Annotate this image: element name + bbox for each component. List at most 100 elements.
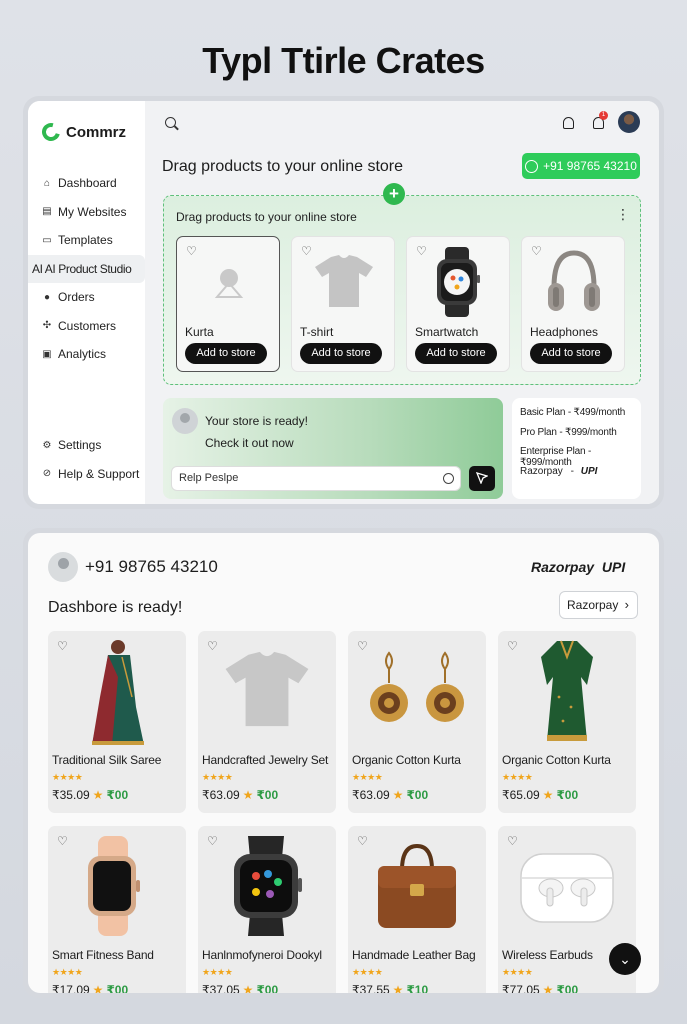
product-price: ₹35.09 ★ ₹00: [52, 788, 128, 802]
heart-icon[interactable]: ♡: [507, 834, 518, 848]
heart-icon[interactable]: ♡: [57, 834, 68, 848]
razorpay-label: Razorpay: [531, 559, 595, 575]
heart-icon[interactable]: ♡: [416, 244, 427, 258]
heart-icon[interactable]: ♡: [301, 244, 312, 258]
tshirt-icon: [315, 255, 373, 307]
price-extra: ₹00: [106, 983, 129, 993]
sidebar-item-customers[interactable]: ✣ Customers: [28, 312, 145, 341]
product-card-headphones[interactable]: ♡ Headphones Add to store: [521, 236, 625, 372]
pricing-plans: Basic Plan - ₹499/month Pro Plan - ₹999/…: [512, 398, 641, 499]
plan-basic[interactable]: Basic Plan - ₹499/month: [520, 407, 641, 427]
phone-number: +91 98765 43210: [85, 557, 218, 576]
product-card-smartwatch[interactable]: ♡ Smartwatch Add to store: [406, 236, 510, 372]
rating-stars: ★★★★: [52, 967, 83, 977]
sidebar-item-my-websites[interactable]: ▤ My Websites: [28, 198, 145, 227]
price-extra: ₹00: [556, 983, 579, 993]
add-to-store-button[interactable]: Add to store: [300, 343, 382, 364]
sidebar-item-analytics[interactable]: ▣ Analytics: [28, 340, 145, 369]
product-price: ₹63.09 ★ ₹00: [202, 788, 278, 802]
plan-pro[interactable]: Pro Plan - ₹999/month: [520, 427, 641, 447]
product-card[interactable]: ♡ Organic Cotton Kurta ★★★★ ₹63.09 ★ ₹00: [348, 631, 486, 813]
reply-input[interactable]: Relp Peslpe: [171, 466, 461, 491]
heart-icon[interactable]: ♡: [507, 639, 518, 653]
price-extra: ₹00: [256, 983, 279, 993]
price-extra: ₹00: [556, 788, 579, 802]
sidebar-item-dashboard[interactable]: ⌂ Dashboard: [28, 169, 145, 198]
product-name: Handmade Leather Bag: [352, 948, 476, 962]
rating-stars: ★★★★: [352, 967, 383, 977]
razorpay-upi-logo: Razorpay UPI: [531, 559, 625, 575]
sidebar-item-templates[interactable]: ▭ Templates: [28, 226, 145, 255]
avatar[interactable]: [48, 552, 78, 582]
product-card[interactable]: ♡ Handcrafted Jewelry Set ★★★★ ₹63.09 ★ ₹0…: [198, 631, 336, 813]
emoji-icon[interactable]: [443, 473, 454, 484]
sidebar: Commrz ⌂ Dashboard ▤ My Websites ▭ Templ…: [28, 101, 145, 504]
product-card[interactable]: ♡ Smart Fitness Band ★★★★ ₹17.09 ★ ₹00: [48, 826, 186, 993]
product-card[interactable]: ♡ Traditional Silk Saree ★★★★ ₹35.09 ★ ₹00: [48, 631, 186, 813]
payment-select[interactable]: Razorpay ›: [559, 591, 638, 619]
price-extra: ₹00: [406, 788, 429, 802]
bell-icon[interactable]: [563, 117, 574, 129]
sidebar-item-ai-product-studio[interactable]: AI AI Product Studio: [28, 254, 145, 283]
price-value: ₹17.09: [52, 983, 90, 993]
earbuds-icon: [520, 853, 614, 923]
product-price: ₹63.09 ★ ₹00: [352, 788, 428, 802]
search-icon[interactable]: [165, 117, 176, 128]
more-options-icon[interactable]: ⋮: [616, 206, 630, 223]
star-icon: ★: [242, 788, 254, 802]
dashboard-title: Dashbore is ready!: [48, 599, 183, 616]
heart-icon[interactable]: ♡: [357, 834, 368, 848]
product-card-tshirt[interactable]: ♡ T-shirt Add to store: [291, 236, 395, 372]
price-value: ₹63.09: [202, 788, 240, 802]
sidebar-item-label: Settings: [58, 438, 102, 453]
page-heading: Drag products to your online store: [162, 158, 404, 175]
rating-stars: ★★★★: [502, 772, 533, 782]
avatar: [172, 408, 198, 434]
earrings-icon: [370, 651, 464, 722]
home-icon: ⌂: [43, 177, 51, 189]
check-it-out-link[interactable]: Check it out now: [205, 436, 294, 450]
star-icon: ★: [542, 983, 554, 993]
saree-icon: [92, 640, 144, 745]
add-to-store-button[interactable]: Add to store: [530, 343, 612, 364]
sidebar-item-help[interactable]: ⊘ Help & Support: [28, 460, 145, 489]
star-icon: ★: [242, 983, 254, 993]
brand-name: Commrz: [66, 123, 127, 141]
heart-icon[interactable]: ♡: [186, 244, 197, 258]
star-icon: ★: [392, 788, 404, 802]
product-name: Smart Fitness Band: [52, 948, 154, 962]
product-card[interactable]: ♡ Organic Cotton Kurta ★★★★ ₹65.09 ★ ₹00: [498, 631, 636, 813]
payment-select-value: Razorpay: [567, 598, 619, 612]
product-card[interactable]: ♡ Hanlnmofyneroi Dookyl ★★★★ ₹37.05 ★ ₹00: [198, 826, 336, 993]
product-price: ₹37.05 ★ ₹00: [202, 983, 278, 993]
product-card[interactable]: ♡ Handmade Leather Bag ★★★★ ₹37.55 ★ ₹10: [348, 826, 486, 993]
add-to-store-button[interactable]: Add to store: [415, 343, 497, 364]
heart-icon[interactable]: ♡: [57, 639, 68, 653]
whatsapp-number: +91 98765 43210: [543, 159, 637, 173]
product-dropzone[interactable]: Drag products to your online store ⋮ ♡ K…: [163, 195, 641, 385]
plan-enterprise[interactable]: Enterprise Plan - ₹999/month: [520, 446, 641, 468]
razorpay-label: Razorpay: [520, 465, 563, 477]
dashboard-window: +91 98765 43210 Razorpay UPI Dashbore is…: [23, 528, 664, 998]
heart-icon[interactable]: ♡: [531, 244, 542, 258]
product-card-kurta[interactable]: ♡ Kurta Add to store: [176, 236, 280, 372]
star-icon: ★: [542, 788, 554, 802]
sidebar-item-settings[interactable]: ⚙ Settings: [28, 431, 145, 460]
bag-icon: [378, 843, 456, 928]
avatar[interactable]: [618, 111, 640, 133]
send-button[interactable]: [469, 466, 495, 491]
sidebar-item-orders[interactable]: ● Orders: [28, 283, 145, 312]
chevron-right-icon: ›: [624, 597, 629, 612]
add-to-store-button[interactable]: Add to store: [185, 343, 267, 364]
heart-icon[interactable]: ♡: [207, 834, 218, 848]
whatsapp-button[interactable]: +91 98765 43210: [522, 153, 640, 179]
upi-logo: UPI: [580, 465, 598, 477]
scroll-down-button[interactable]: ⌄: [609, 943, 641, 975]
product-price: ₹17.09 ★ ₹00: [52, 983, 128, 993]
add-product-button[interactable]: +: [383, 183, 405, 205]
rating-stars: ★★★★: [202, 967, 233, 977]
brand-logo-icon: [38, 119, 64, 145]
brand[interactable]: Commrz: [28, 111, 145, 145]
product-name: Traditional Silk Saree: [52, 753, 162, 767]
heart-icon[interactable]: ♡: [207, 639, 218, 653]
